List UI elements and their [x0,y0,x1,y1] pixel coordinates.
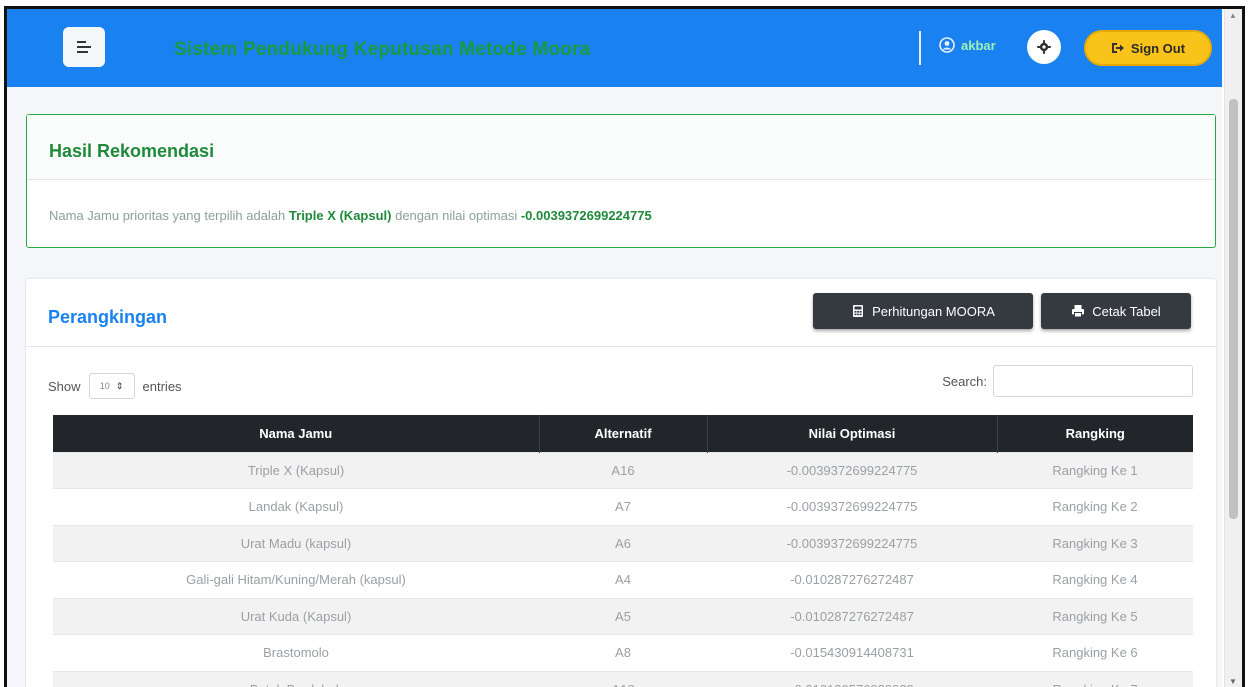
cell-nama-jamu: Batuk Berdahak [53,670,539,687]
main-content: Hasil Rekomendasi Nama Jamu prioritas ya… [7,87,1222,687]
app-brand-title[interactable]: Sistem Pendukung Keputusan Metode Moora [174,39,590,61]
cell-alternatif: A16 [539,451,707,489]
sign-out-label: Sign Out [1130,40,1186,56]
recommendation-text: Nama Jamu prioritas yang terpilih adalah… [27,180,1215,223]
table-row: Urat Madu (kapsul) A6 -0.003937269922477… [53,524,1193,562]
cell-nilai-optimasi: -0.010287276272487 [707,561,997,598]
column-header-nilai-optimasi[interactable]: Nilai Optimasi [707,415,998,452]
menu-toggle-button[interactable] [63,27,105,67]
recommendation-title: Hasil Rekomendasi [49,141,215,161]
top-navbar: Sistem Pendukung Keputusan Metode Moora … [7,9,1222,87]
ranking-title: Perangkingan [48,307,168,327]
cell-rangking: Rangking Ke 3 [997,524,1193,562]
cell-alternatif: A6 [539,524,707,562]
search-label: Search: [942,373,987,389]
cell-nilai-optimasi: -0.0039372699224775 [707,488,997,525]
perhitungan-moora-button[interactable]: Perhitungan MOORA [813,293,1033,329]
menu-icon [77,41,91,53]
print-icon [1072,305,1085,318]
recommendation-card-header: Hasil Rekomendasi [27,115,1215,180]
table-header-row: Nama Jamu Alternatif Nilai Optimasi Rang… [53,415,1193,452]
user-name: akbar [961,37,996,53]
cell-nilai-optimasi: -0.0039372699224775 [707,524,997,562]
cell-nilai-optimasi: -0.0039372699224775 [707,451,997,489]
cell-alternatif: A18 [539,670,707,687]
cell-nama-jamu: Urat Kuda (Kapsul) [53,597,539,635]
ranking-card: Perangkingan Perhitungan MOORA Cetak Tab… [26,279,1216,687]
cell-rangking: Rangking Ke 6 [997,634,1193,671]
recommendation-prefix: Nama Jamu prioritas yang terpilih adalah [49,208,289,223]
cell-rangking: Rangking Ke 5 [997,597,1193,635]
cell-nilai-optimasi: -0.018120576989989 [707,670,997,687]
cell-alternatif: A5 [539,597,707,635]
cell-nama-jamu: Gali-gali Hitam/Kuning/Merah (kapsul) [53,561,539,598]
recommended-optimization-value: -0.0039372699224775 [520,208,652,223]
cell-nama-jamu: Triple X (Kapsul) [53,451,539,489]
recommendation-card: Hasil Rekomendasi Nama Jamu prioritas ya… [26,114,1216,248]
cell-nama-jamu: Urat Madu (kapsul) [53,524,539,562]
cetak-tabel-button[interactable]: Cetak Tabel [1041,293,1191,329]
table-row: Batuk Berdahak A18 -0.018120576989989 Ra… [53,670,1193,687]
column-header-alternatif[interactable]: Alternatif [539,415,708,452]
cell-rangking: Rangking Ke 4 [997,561,1193,598]
entries-select-value: 10 [99,381,110,391]
cell-nama-jamu: Landak (Kapsul) [53,488,539,525]
browser-frame: Sistem Pendukung Keputusan Metode Moora … [4,6,1245,687]
scroll-up-arrow-icon[interactable]: ▲ [1229,11,1237,20]
column-header-nama-jamu[interactable]: Nama Jamu [53,415,540,452]
ranking-card-header: Perangkingan Perhitungan MOORA Cetak Tab… [26,279,1216,347]
gear-icon [1037,40,1051,54]
page-scrollbar[interactable]: ▲ ▼ [1224,9,1242,687]
cell-nilai-optimasi: -0.015430914408731 [707,634,997,671]
cell-alternatif: A7 [539,488,707,525]
table-row: Brastomolo A8 -0.015430914408731 Rangkin… [53,634,1193,671]
recommended-jamu-name: Triple X (Kapsul) [288,208,392,223]
scrollbar-thumb[interactable] [1229,99,1238,519]
user-menu[interactable]: akbar [939,37,996,53]
sign-out-button[interactable]: Sign Out [1084,30,1212,66]
cell-alternatif: A4 [539,561,707,598]
table-row: Landak (Kapsul) A7 -0.0039372699224775 R… [53,488,1193,525]
entries-select[interactable]: 10 ⇕ [88,373,135,399]
search-input[interactable] [993,365,1193,397]
show-label: Show [48,378,81,394]
entries-label: entries [142,378,182,394]
sign-out-icon [1111,43,1124,53]
cell-rangking: Rangking Ke 1 [997,451,1193,489]
perhitungan-moora-label: Perhitungan MOORA [872,303,995,319]
table-search: Search: [942,365,1193,397]
recommendation-middle: dengan nilai optimasi [391,208,521,223]
column-header-rangking[interactable]: Rangking [997,415,1193,452]
ranking-table: Nama Jamu Alternatif Nilai Optimasi Rang… [53,415,1193,687]
navbar-divider [919,31,921,65]
user-circle-icon [939,37,955,53]
cell-alternatif: A8 [539,634,707,671]
table-controls: Show 10 ⇕ entries Search: [48,365,1193,399]
calculator-icon [853,305,864,317]
select-arrows-icon: ⇕ [115,380,124,391]
cell-rangking: Rangking Ke 2 [997,488,1193,525]
settings-button[interactable] [1027,30,1061,64]
cell-rangking: Rangking Ke 7 [997,670,1193,687]
scroll-down-arrow-icon[interactable]: ▼ [1229,677,1237,686]
table-row: Triple X (Kapsul) A16 -0.003937269922477… [53,451,1193,489]
table-row: Gali-gali Hitam/Kuning/Merah (kapsul) A4… [53,561,1193,598]
cell-nama-jamu: Brastomolo [53,634,539,671]
entries-length-control: Show 10 ⇕ entries [48,373,182,399]
cetak-tabel-label: Cetak Tabel [1092,303,1161,319]
cell-nilai-optimasi: -0.010287276272487 [707,597,997,635]
table-row: Urat Kuda (Kapsul) A5 -0.010287276272487… [53,597,1193,635]
